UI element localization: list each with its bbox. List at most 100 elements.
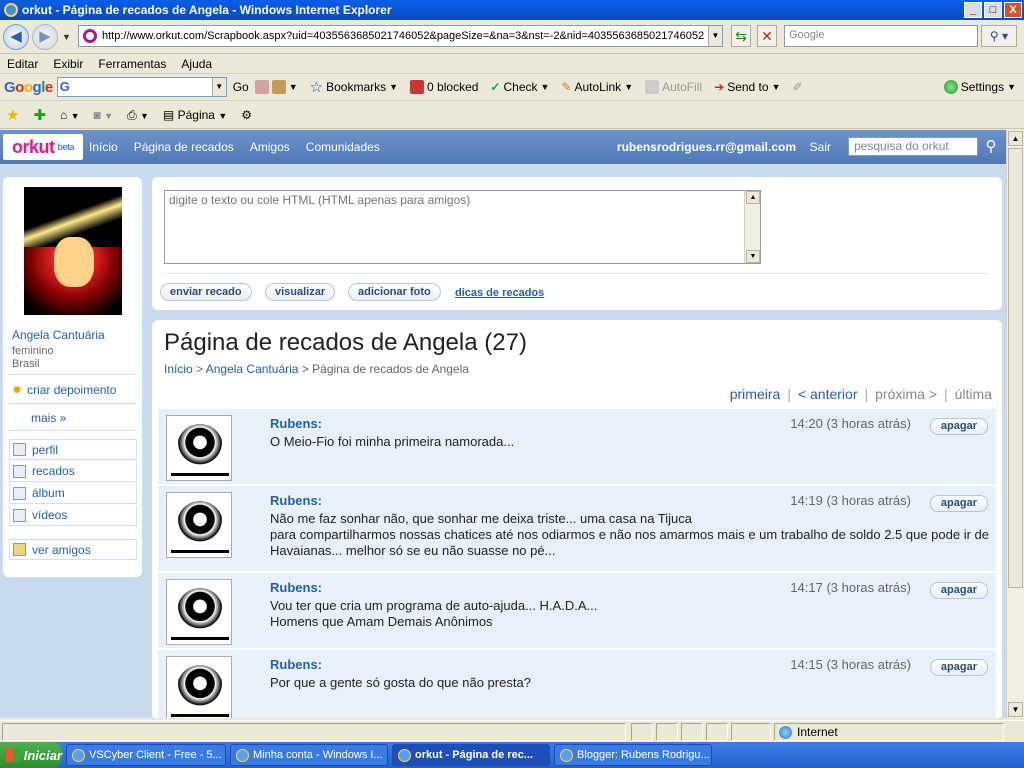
delete-scrap-button[interactable]: apagar	[929, 495, 988, 512]
orkut-search-input[interactable]: pesquisa do orkut	[848, 137, 978, 156]
sidebar-item-videos[interactable]: vídeos	[9, 505, 137, 526]
scrap-item: Rubens: 14:17 (3 horas atrás) apagar Vou…	[158, 573, 996, 649]
scrap-author[interactable]: Rubens:	[270, 416, 322, 431]
scrap-author-avatar[interactable]	[166, 579, 232, 645]
tips-link[interactable]: dicas de recados	[455, 287, 544, 299]
sidebar-item-album[interactable]: álbum	[9, 483, 137, 504]
profile-info: feminino Brasil	[12, 345, 54, 371]
user-email[interactable]: rubensrodrigues.rr@gmail.com	[617, 140, 796, 154]
menu-ferramentas[interactable]: Ferramentas	[98, 57, 166, 71]
nav-amigos[interactable]: Amigos	[250, 140, 290, 154]
spellcheck-button[interactable]: ✓ Check ▼	[490, 80, 549, 94]
forward-button[interactable]: ▶	[32, 23, 58, 50]
more-link[interactable]: mais »	[31, 411, 66, 425]
bookmarks-button[interactable]: ☆ Bookmarks ▼	[310, 78, 398, 96]
start-button[interactable]: Iniciar	[0, 742, 62, 768]
page-scrollbar[interactable]: ▲ ▼	[1006, 130, 1024, 718]
delete-scrap-button[interactable]: apagar	[929, 582, 988, 599]
textarea-scrollbar[interactable]: ▲ ▼	[744, 191, 760, 263]
minimize-button[interactable]: _	[964, 2, 982, 18]
address-dropdown-icon[interactable]: ▼	[708, 26, 722, 46]
start-label: Iniciar	[23, 747, 62, 763]
close-button[interactable]: X	[1004, 2, 1022, 18]
sidebar-item-friends[interactable]: ver amigos	[9, 539, 137, 560]
feeds-icon[interactable]: ◙ ▼	[94, 108, 114, 122]
pager-sep: |	[864, 386, 869, 402]
window-titlebar: orkut - Página de recados de Angela - Wi…	[0, 0, 1024, 20]
logout-link[interactable]: Sair	[810, 140, 831, 154]
search-button[interactable]: ⚲ ▾	[981, 25, 1017, 47]
sidebar-item-recados[interactable]: recados	[9, 461, 137, 482]
send-scrap-button[interactable]: enviar recado	[160, 283, 252, 301]
highlight-button[interactable]: ✐	[792, 80, 802, 94]
profile-photo[interactable]	[24, 187, 122, 315]
refresh-button[interactable]: ⇆	[731, 25, 751, 47]
orkut-logo[interactable]: orkut beta	[3, 134, 83, 160]
google-search-box[interactable]: G ▼	[56, 77, 227, 97]
profile-name[interactable]: Angela Cantuária	[12, 328, 105, 342]
menu-ajuda[interactable]: Ajuda	[181, 57, 212, 71]
scrap-author[interactable]: Rubens:	[270, 657, 322, 672]
autolink-button[interactable]: ✎ AutoLink ▼	[561, 80, 633, 94]
sidebar-item-perfil[interactable]: perfil	[9, 439, 137, 460]
toolbar-tools-icons[interactable]: ▼	[254, 80, 298, 94]
nav-comunidades[interactable]: Comunidades	[306, 140, 380, 154]
preview-button[interactable]: visualizar	[265, 283, 336, 301]
add-photo-button[interactable]: adicionar foto	[348, 283, 441, 301]
scrap-author[interactable]: Rubens:	[270, 493, 322, 508]
pager-prev[interactable]: < anterior	[798, 386, 858, 402]
autofill-icon	[645, 80, 660, 94]
scroll-thumb[interactable]	[1008, 148, 1023, 588]
breadcrumb-profile[interactable]: Angela Cantuária	[206, 362, 299, 376]
scrap-textarea[interactable]	[164, 190, 761, 264]
orkut-nav: Início Página de recados Amigos Comunida…	[89, 140, 380, 154]
maximize-button[interactable]: □	[984, 2, 1002, 18]
sendto-button[interactable]: ➔ Send to ▼	[714, 80, 780, 94]
page-menu[interactable]: ▤ Página ▼	[163, 108, 227, 122]
popup-blocker-button[interactable]: 0 blocked	[410, 80, 478, 94]
favorites-star-icon[interactable]: ★	[6, 106, 19, 124]
breadcrumb-home[interactable]: Início	[164, 362, 193, 376]
security-zone[interactable]: Internet	[774, 723, 1004, 741]
scrap-author-avatar[interactable]	[166, 492, 232, 558]
search-icon[interactable]: ⚲	[982, 137, 1000, 155]
favorites-toolbar: ★ ✚ ⌂ ▼ ◙ ▼ ⎙ ▼ ▤ Página ▼ ⚙	[0, 102, 1024, 129]
google-g-icon: G	[59, 79, 70, 94]
nav-inicio[interactable]: Início	[89, 140, 118, 154]
settings-button[interactable]: Settings ▼	[943, 80, 1016, 94]
taskbar-item[interactable]: Blogger: Rubens Rodrigu...	[554, 744, 712, 766]
autofill-button[interactable]: AutoFill	[645, 80, 702, 94]
delete-scrap-button[interactable]: apagar	[929, 418, 988, 435]
taskbar-item-active[interactable]: orkut - Página de rec...	[392, 744, 550, 766]
history-dropdown-icon[interactable]: ▼	[62, 32, 71, 42]
pager-sep: |	[787, 386, 791, 402]
menu-editar[interactable]: Editar	[7, 57, 38, 71]
scroll-down-icon[interactable]: ▼	[1008, 702, 1023, 717]
create-testimonial-link[interactable]: ✹ criar depoimento	[12, 383, 116, 397]
back-button[interactable]: ◀	[3, 23, 29, 50]
taskbar-item[interactable]: VSCyber Client - Free - 5...	[66, 744, 226, 766]
google-go-button[interactable]: Go	[233, 80, 249, 94]
search-input[interactable]: Google	[784, 25, 978, 47]
scrap-author[interactable]: Rubens:	[270, 580, 322, 595]
delete-scrap-button[interactable]: apagar	[929, 659, 988, 676]
pagination: primeira | < anterior | próxima > | última	[730, 386, 992, 402]
create-testimonial-label: criar depoimento	[27, 383, 117, 397]
add-favorite-icon[interactable]: ✚	[33, 106, 46, 124]
scrap-author-avatar[interactable]	[166, 415, 232, 481]
pager-first[interactable]: primeira	[730, 386, 781, 402]
google-dropdown-icon[interactable]: ▼	[211, 78, 226, 96]
scrap-author-avatar[interactable]	[166, 656, 232, 718]
nav-recados[interactable]: Página de recados	[134, 140, 234, 154]
orkut-beta-label: beta	[57, 142, 75, 152]
print-icon[interactable]: ⎙ ▼	[127, 108, 149, 123]
tools-icon[interactable]: ⚙	[241, 108, 252, 122]
home-icon[interactable]: ⌂ ▼	[60, 108, 80, 122]
stop-button[interactable]: ✕	[757, 25, 777, 47]
address-bar[interactable]: http://www.orkut.com/Scrapbook.aspx?uid=…	[78, 25, 723, 47]
scrap-item: Rubens: 14:20 (3 horas atrás) apagar O M…	[158, 409, 996, 485]
menu-exibir[interactable]: Exibir	[53, 57, 83, 71]
scroll-up-icon[interactable]: ▲	[1008, 131, 1023, 146]
taskbar-item[interactable]: Minha conta - Windows I...	[230, 744, 388, 766]
sidebar-album-label: álbum	[32, 486, 65, 500]
